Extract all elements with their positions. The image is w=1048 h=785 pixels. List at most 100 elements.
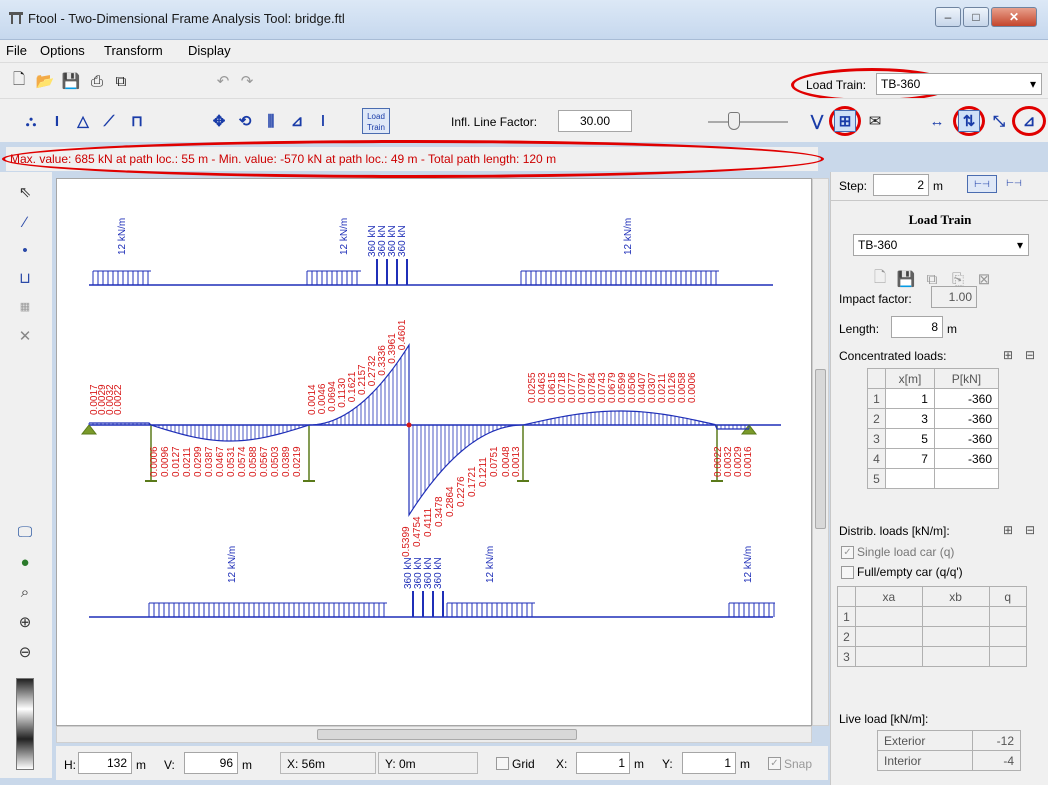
remove-row-icon[interactable]: ⊟ [1025,523,1035,537]
delete-icon[interactable]: ✕ [14,326,36,348]
horizontal-scroll-thumb[interactable] [317,729,577,740]
table-row[interactable]: 5 [867,468,1000,489]
xb-cell[interactable] [921,646,990,667]
zoom-in-icon[interactable]: ⊕ [14,612,36,634]
section-icon[interactable]: I [46,110,68,132]
redo-icon[interactable]: ↷ [236,70,258,92]
zoom-out-icon[interactable]: ⊖ [14,642,36,664]
envelope-icon[interactable]: ⊞ [834,110,856,132]
draw-node-icon[interactable]: • [14,240,36,262]
x-cell[interactable] [885,468,935,489]
new-train-icon[interactable]: 🗋 [869,268,891,290]
step-input[interactable]: 2 [873,174,929,196]
xb-cell[interactable] [921,606,990,627]
remove-row-icon[interactable]: ⊟ [1025,348,1035,362]
bending-moment-icon[interactable]: ⤡ [988,110,1010,132]
grid-tool-icon[interactable]: ▦ [14,296,36,318]
temperature-icon[interactable]: ǀ [312,110,334,132]
conc-loads-table[interactable]: x[m] P[kN] 1 1 -360 2 3 -360 3 5 -360 4 7 -360 5 [867,368,1000,489]
live-row-value[interactable]: -12 [972,730,1021,751]
monitor-icon[interactable]: 🖵 [14,522,36,544]
minimize-button[interactable]: – [935,7,961,27]
close-button[interactable]: ✕ [991,7,1037,27]
support-icon[interactable]: △ [72,110,94,132]
menu-display[interactable]: Display [188,43,231,58]
x-cell[interactable]: 7 [885,448,935,469]
xa-cell[interactable] [855,606,923,627]
x-grid-input[interactable]: 1 [576,752,630,774]
step-mode-b-icon[interactable]: ⊢⊣ [999,175,1029,193]
drawing-canvas[interactable]: 12 kN/m 12 kN/m 12 kN/m 12 kN/m 12 kN/m 12 kN… [56,178,812,726]
menu-file[interactable]: File [6,43,27,58]
xa-cell[interactable] [855,646,923,667]
impact-input[interactable]: 1.00 [931,286,977,308]
add-row-icon[interactable]: ⊞ [1003,348,1013,362]
table-row[interactable]: Interior -4 [876,750,1021,771]
influence-line-icon[interactable]: ⋁ [806,110,828,132]
menu-transform[interactable]: Transform [104,43,163,58]
p-cell[interactable]: -360 [933,408,1000,429]
dimension-icon[interactable]: ⊔ [14,268,36,290]
vertical-scroll-thumb[interactable] [815,369,826,529]
table-row[interactable]: 4 7 -360 [867,448,1000,469]
vertical-scrollbar[interactable] [812,178,829,726]
live-row-value[interactable]: -4 [972,750,1021,771]
deflection-icon[interactable]: ⊿ [1018,110,1040,132]
add-row-icon[interactable]: ⊞ [1003,523,1013,537]
x-cell[interactable]: 3 [885,408,935,429]
axial-force-icon[interactable]: ↔ [926,110,948,132]
step-mode-a-icon[interactable]: ⊢⊣ [967,175,997,193]
save-icon[interactable]: 💾 [60,70,82,92]
spring-icon[interactable]: ⟋ [98,110,120,132]
h-input[interactable]: 132 [78,752,132,774]
copy-icon[interactable]: ⧉ [110,70,132,92]
shear-force-icon[interactable]: ⇅ [958,110,980,132]
single-car-checkbox[interactable]: ✓ [841,546,854,559]
p-cell[interactable]: -360 [933,428,1000,449]
horizontal-scrollbar[interactable] [56,726,812,743]
mail-lt-icon[interactable]: ✉ [864,110,886,132]
length-input[interactable]: 8 [891,316,943,338]
load-train-select[interactable]: TB-360 ▾ [876,73,1042,95]
globe-icon[interactable]: ● [14,552,36,574]
print-icon[interactable]: ⎙ [86,70,108,92]
nodal-load-icon[interactable]: ✥ [208,110,230,132]
select-cursor-icon[interactable]: ⇖ [14,182,36,204]
moment-load-icon[interactable]: ⟲ [234,110,256,132]
infl-slider-thumb[interactable] [728,112,740,130]
p-cell[interactable]: -360 [933,388,1000,409]
y-grid-input[interactable]: 1 [682,752,736,774]
panel-train-select[interactable]: TB-360 ▾ [853,234,1029,256]
open-folder-icon[interactable]: 📂 [34,70,56,92]
x-cell[interactable]: 1 [885,388,935,409]
table-row[interactable]: 2 3 -360 [867,408,1000,429]
table-row[interactable]: 3 [837,646,1027,667]
hinge-icon[interactable]: ⊓ [126,110,148,132]
xa-cell[interactable] [855,626,923,647]
maximize-button[interactable]: □ [963,7,989,27]
zoom-icon[interactable]: ⌕ [14,582,36,604]
table-row[interactable]: 1 1 -360 [867,388,1000,409]
table-row[interactable]: Exterior -12 [876,730,1021,751]
table-row[interactable]: 3 5 -360 [867,428,1000,449]
table-row[interactable]: 2 [837,626,1027,647]
x-cell[interactable]: 5 [885,428,935,449]
draw-line-icon[interactable]: ∕ [14,212,36,234]
menu-options[interactable]: Options [40,43,85,58]
save-train-icon[interactable]: 💾 [895,268,917,290]
q-cell[interactable] [988,646,1027,667]
undo-icon[interactable]: ↶ [212,70,234,92]
table-row[interactable]: 1 [837,606,1027,627]
q-cell[interactable] [988,626,1027,647]
uniform-load-icon[interactable]: ⫼ [260,110,282,132]
dist-loads-table[interactable]: xa xb q 1 2 3 [837,586,1027,667]
grid-checkbox[interactable] [496,757,509,770]
frame-element-icon[interactable]: ⛬ [20,110,42,132]
p-cell[interactable]: -360 [933,448,1000,469]
p-cell[interactable] [933,468,1000,489]
snap-checkbox[interactable]: ✓ [768,757,781,770]
live-load-table[interactable]: Exterior -12 Interior -4 [876,730,1021,771]
new-file-icon[interactable]: 🗋 [8,70,30,92]
full-empty-checkbox[interactable] [841,566,854,579]
q-cell[interactable] [988,606,1027,627]
